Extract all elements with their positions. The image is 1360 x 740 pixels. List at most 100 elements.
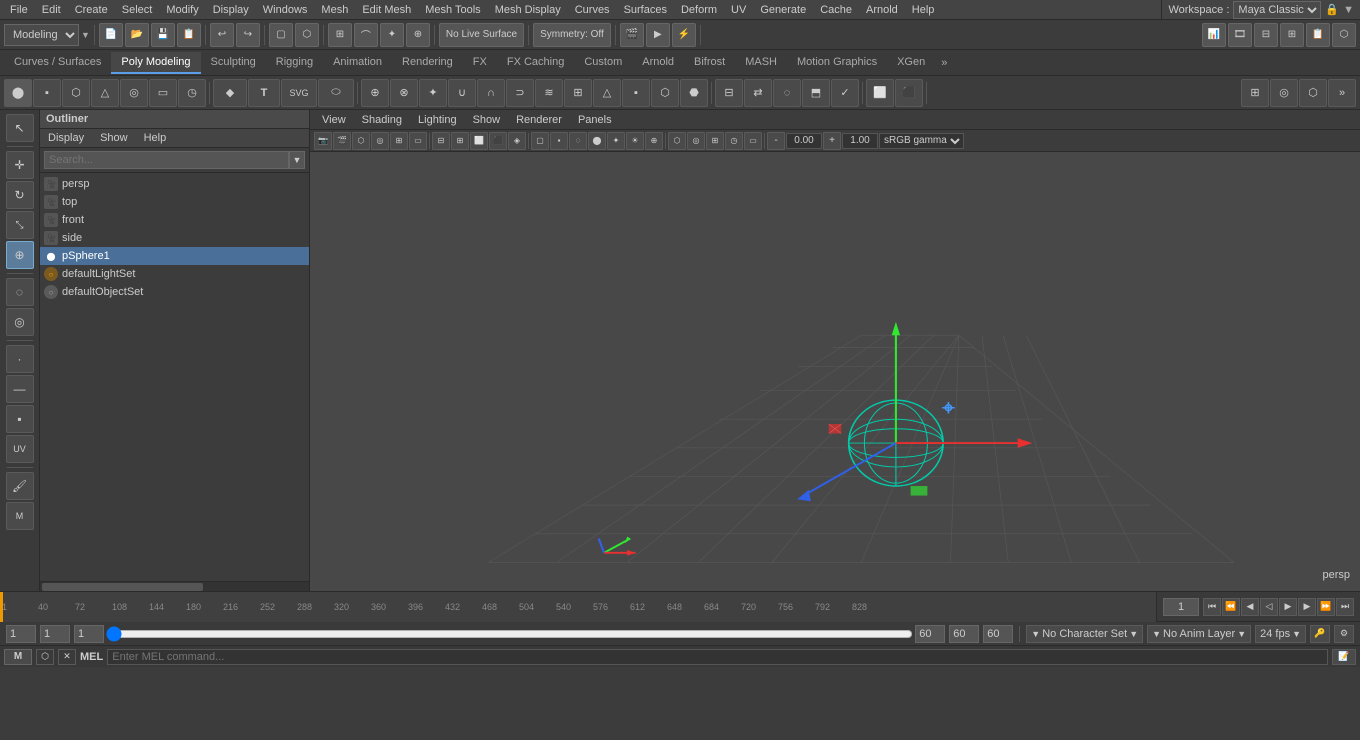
vp-lighting-menu[interactable]: Lighting [410, 112, 465, 128]
auto-key-btn[interactable]: 🔑 [1310, 625, 1330, 643]
smooth-btn[interactable]: ≋ [535, 79, 563, 107]
diamond-btn[interactable]: ◆ [213, 79, 247, 107]
playback-slider[interactable] [106, 627, 913, 641]
vp-cam5-btn[interactable]: ⊞ [390, 132, 408, 150]
outliner-btn[interactable]: 📋 [1306, 23, 1330, 47]
move-tool[interactable]: ✛ [6, 151, 34, 179]
select-mode-btn[interactable]: ▢ [269, 23, 293, 47]
plane-btn[interactable]: ▭ [149, 79, 177, 107]
tab-rigging[interactable]: Rigging [266, 52, 323, 74]
vp-iso5-btn[interactable]: ▭ [744, 132, 762, 150]
outliner-help-menu[interactable]: Help [136, 129, 175, 147]
quadrangulate-btn[interactable]: ▪ [622, 79, 650, 107]
mesh-display-menu[interactable]: Mesh Display [489, 2, 567, 18]
cube-btn[interactable]: ▪ [33, 79, 61, 107]
mel-input[interactable] [107, 649, 1328, 665]
mel-script-editor-btn[interactable]: ⬡ [36, 649, 54, 665]
anim-layer-dropdown[interactable]: ▼ No Anim Layer ▼ [1147, 625, 1251, 643]
outliner-search-input[interactable] [44, 151, 289, 169]
tree-item-psphere1[interactable]: ⬤ pSphere1 [40, 247, 309, 265]
combine-btn[interactable]: ⊕ [361, 79, 389, 107]
snap-point-btn[interactable]: ✦ [380, 23, 404, 47]
vp-cam6-btn[interactable]: ▭ [409, 132, 427, 150]
outliner-show-menu[interactable]: Show [92, 129, 136, 147]
vp-disp3-btn[interactable]: ⬜ [470, 132, 488, 150]
tree-item-defaultobjectset[interactable]: ○ defaultObjectSet [40, 283, 309, 301]
component-mode-uv[interactable]: UV [6, 435, 34, 463]
vp-shd4-btn[interactable]: ⬤ [588, 132, 606, 150]
character-set-dropdown[interactable]: ▼ No Character Set ▼ [1026, 625, 1143, 643]
windows-menu[interactable]: Windows [257, 2, 314, 18]
mel-mode-btn[interactable]: M [4, 649, 32, 665]
tab-bifrost[interactable]: Bifrost [684, 52, 735, 74]
attr-editor-btn[interactable]: ⊞ [1280, 23, 1304, 47]
tab-xgen[interactable]: XGen [887, 52, 935, 74]
vp-cam3-btn[interactable]: ⬡ [352, 132, 370, 150]
playback-end-input[interactable] [915, 625, 945, 643]
display-menu[interactable]: Display [207, 2, 255, 18]
vp-shd5-btn[interactable]: ✦ [607, 132, 625, 150]
vp-shading-menu[interactable]: Shading [354, 112, 410, 128]
rotate-tool[interactable]: ↻ [6, 181, 34, 209]
vp-disp2-btn[interactable]: ⊞ [451, 132, 469, 150]
outliner-display-menu[interactable]: Display [40, 129, 92, 147]
last-tool[interactable]: M [6, 502, 34, 530]
mesh-tools-menu[interactable]: Mesh Tools [419, 2, 486, 18]
help-menu[interactable]: Help [906, 2, 941, 18]
range-start-input[interactable] [6, 625, 36, 643]
uv-menu[interactable]: UV [725, 2, 752, 18]
scale-tool[interactable]: ⤡ [6, 211, 34, 239]
bezier-btn[interactable]: ⬭ [318, 79, 354, 107]
tl-prev-key-btn[interactable]: ⏪ [1222, 598, 1240, 616]
mel-script-icon-btn[interactable]: 📝 [1332, 649, 1356, 665]
render-settings-btn[interactable]: 🎬 [620, 23, 644, 47]
timeline-frame-input[interactable] [1163, 598, 1199, 616]
tab-sculpting[interactable]: Sculpting [201, 52, 266, 74]
vp-exp-minus-btn[interactable]: - [767, 132, 785, 150]
show-manip-tool[interactable]: ◎ [6, 308, 34, 336]
tabs-overflow-btn[interactable]: » [935, 53, 953, 73]
create-menu[interactable]: Create [69, 2, 114, 18]
vp-cam4-btn[interactable]: ◎ [371, 132, 389, 150]
cone-btn[interactable]: △ [91, 79, 119, 107]
edit-menu[interactable]: Edit [36, 2, 67, 18]
playback-start-input[interactable] [40, 625, 70, 643]
vp-shd7-btn[interactable]: ⊕ [645, 132, 663, 150]
tab-custom[interactable]: Custom [574, 52, 632, 74]
component-mode-edge[interactable]: — [6, 375, 34, 403]
mel-close-btn[interactable]: ✕ [58, 649, 76, 665]
fps-dropdown[interactable]: 24 fps ▼ [1255, 625, 1306, 643]
timeline-ruler[interactable]: 1 40 72 108 144 180 216 252 288 320 360 … [0, 592, 1157, 622]
viewport-canvas[interactable]: persp [310, 152, 1360, 591]
display-layer-btn[interactable]: 📊 [1202, 23, 1226, 47]
vp-iso1-btn[interactable]: ⬡ [668, 132, 686, 150]
render-btn[interactable]: ▶ [646, 23, 670, 47]
sym-sel-btn[interactable]: ⬡ [1299, 79, 1327, 107]
vp-shd3-btn[interactable]: ◌ [569, 132, 587, 150]
cache-menu[interactable]: Cache [814, 2, 858, 18]
workspace-dropdown[interactable]: Maya Classic [1233, 1, 1321, 19]
generate-menu[interactable]: Generate [754, 2, 812, 18]
new-file-btn[interactable]: 📄 [99, 23, 123, 47]
bool-union-btn[interactable]: ∪ [448, 79, 476, 107]
tab-fx-caching[interactable]: FX Caching [497, 52, 574, 74]
select-menu[interactable]: Select [116, 2, 159, 18]
vp-view-menu[interactable]: View [314, 112, 354, 128]
undo-btn[interactable]: ↩ [210, 23, 234, 47]
tab-curves-surfaces[interactable]: Curves / Surfaces [4, 52, 111, 74]
overflow-icon-btn[interactable]: » [1328, 79, 1356, 107]
tl-step-back-btn[interactable]: ◀ [1241, 598, 1259, 616]
component-mode-vertex[interactable]: · [6, 345, 34, 373]
outliner-hscroll[interactable] [40, 581, 309, 591]
tl-jump-start-btn[interactable]: ⏮ [1203, 598, 1221, 616]
symmetry-btn[interactable]: Symmetry: Off [533, 23, 611, 47]
vp-gamma-dropdown[interactable]: sRGB gamma [879, 133, 964, 149]
mirror-btn[interactable]: ⊟ [715, 79, 743, 107]
tl-next-key-btn[interactable]: ⏩ [1317, 598, 1335, 616]
vp-cam-btn[interactable]: 📷 [314, 132, 332, 150]
bool-diff-btn[interactable]: ∩ [477, 79, 505, 107]
vp-gamma-input[interactable] [842, 133, 878, 149]
soft-sel-btn[interactable]: ◎ [1270, 79, 1298, 107]
vp-disp1-btn[interactable]: ⊟ [432, 132, 450, 150]
cleanup-btn[interactable]: ✓ [831, 79, 859, 107]
